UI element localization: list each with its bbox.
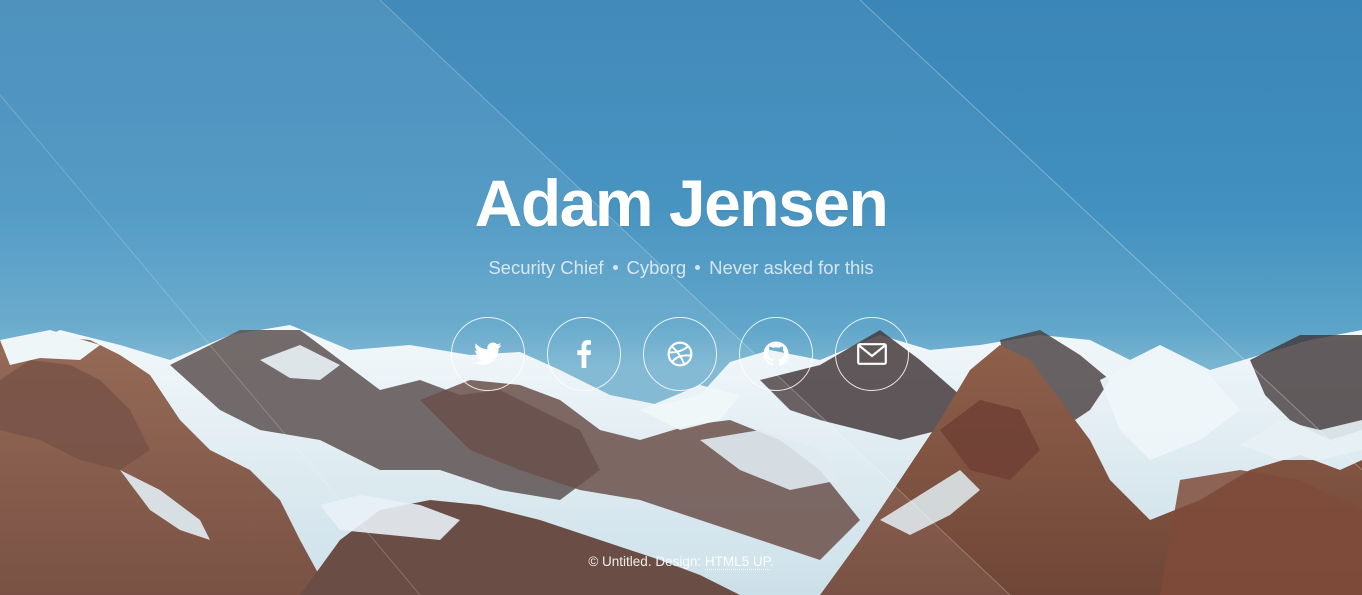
envelope-icon	[857, 343, 887, 365]
tagline-item: Cyborg	[626, 257, 687, 279]
social-twitter-button[interactable]	[451, 317, 525, 391]
footer: © Untitled. Design: HTML5 UP.	[0, 554, 1362, 570]
github-icon	[763, 341, 789, 366]
social-facebook-button[interactable]	[547, 317, 621, 391]
social-github-button[interactable]	[739, 317, 813, 391]
page-background: Adam Jensen Security Chief Cyborg Never as…	[0, 0, 1362, 595]
page-title: Adam Jensen	[474, 166, 889, 240]
main-content: Adam Jensen Security Chief Cyborg Never as…	[0, 0, 1362, 595]
dribbble-icon	[667, 341, 693, 367]
tagline: Security Chief Cyborg Never asked for this	[0, 256, 1362, 279]
separator-dot	[695, 264, 701, 270]
twitter-icon	[474, 342, 502, 365]
footer-copyright: © Untitled. Design:	[588, 554, 702, 569]
social-email-button[interactable]	[835, 317, 909, 391]
facebook-icon	[577, 340, 591, 368]
footer-design-link[interactable]: HTML5 UP	[704, 554, 770, 570]
separator-dot	[612, 264, 618, 270]
social-dribbble-button[interactable]	[643, 317, 717, 391]
tagline-item: Never asked for this	[709, 257, 874, 279]
footer-period: .	[769, 554, 774, 569]
social-links	[451, 317, 913, 393]
tagline-item: Security Chief	[488, 257, 604, 279]
